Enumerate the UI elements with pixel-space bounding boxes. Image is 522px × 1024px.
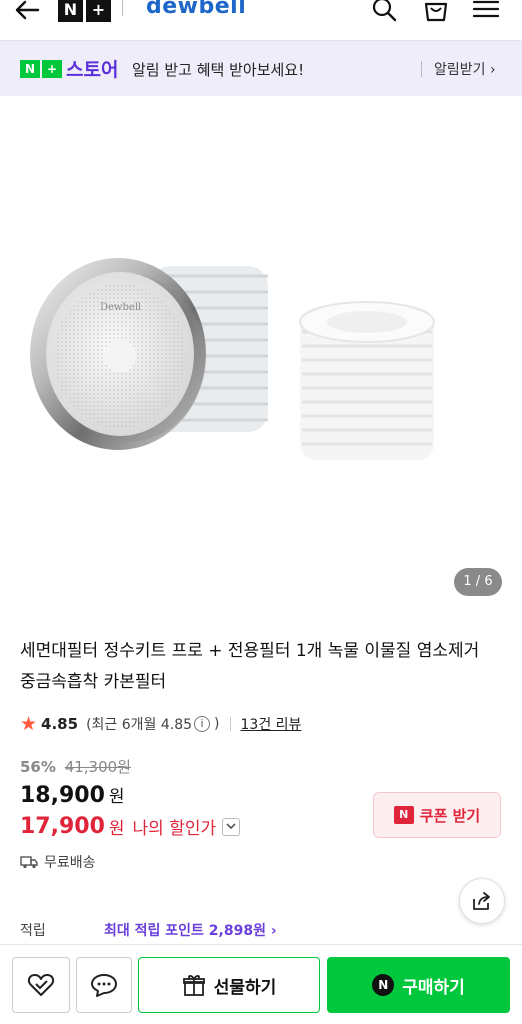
bag-icon <box>424 2 448 22</box>
my-price-currency: 원 <box>108 819 125 839</box>
discount-percent: 56% <box>20 758 56 776</box>
star-icon: ★ <box>20 713 38 735</box>
store-notification-bar: N + 스토어 알림 받고 혜택 받아보세요! 알림받기 › <box>0 40 522 96</box>
back-button[interactable] <box>14 0 44 22</box>
product-image-gallery[interactable]: Dewbell 1 / 6 <box>0 96 522 610</box>
reviews-link[interactable]: 13건 리뷰 <box>241 714 302 734</box>
shipping-info: 무료배송 <box>20 852 96 872</box>
heart-icon <box>27 974 55 996</box>
info-icon[interactable]: i <box>194 716 211 732</box>
my-discount-price[interactable]: 17,900 원 나의 할인가 <box>20 814 241 839</box>
my-price-label: 나의 할인가 <box>132 819 217 839</box>
menu-button[interactable] <box>472 0 500 22</box>
share-icon <box>473 892 490 910</box>
original-price: 41,300원 <box>64 758 131 776</box>
naver-pay-icon: N <box>372 974 395 996</box>
talktalk-button[interactable] <box>76 957 132 1013</box>
rating-divider <box>229 717 231 731</box>
buy-button[interactable]: N 구매하기 <box>327 957 510 1013</box>
my-price-value: 17,900 <box>20 814 105 839</box>
recent-rating-close: ) <box>214 716 220 732</box>
notification-divider <box>421 61 422 77</box>
coupon-icon: N <box>393 806 414 824</box>
product-logo-text: Dewbell <box>100 302 141 313</box>
recent-rating: (최근 6개월 4.85 <box>86 717 193 733</box>
points-label: 적립 <box>20 923 46 939</box>
image-pager: 1 / 6 <box>454 568 502 596</box>
bottom-action-bar: 선물하기 N 구매하기 <box>0 944 522 1024</box>
search-button[interactable] <box>370 0 398 22</box>
brand-logo[interactable]: dewbell <box>146 0 246 19</box>
nplus-n: N <box>58 0 83 22</box>
shipping-text: 무료배송 <box>44 855 96 871</box>
naver-n-badge: N <box>20 60 40 78</box>
gift-icon <box>182 975 205 996</box>
sale-price: 18,900 원 <box>20 782 125 808</box>
wishlist-button[interactable] <box>12 957 70 1013</box>
sale-price-currency: 원 <box>108 787 125 807</box>
menu-icon <box>472 0 500 18</box>
points-row: 적립 최대 적립 포인트 2,898원 › <box>20 920 520 940</box>
truck-icon <box>20 856 38 869</box>
nplus-plus: + <box>86 0 111 22</box>
coupon-button[interactable]: N 쿠폰 받기 <box>373 792 501 838</box>
notification-message: 알림 받고 혜택 받아보세요! <box>132 61 305 79</box>
arrow-left-icon <box>15 0 40 20</box>
gift-button[interactable]: 선물하기 <box>138 957 320 1013</box>
search-icon <box>372 0 397 22</box>
header-divider <box>122 0 123 16</box>
coupon-label: 쿠폰 받기 <box>419 806 481 825</box>
product-title: 세면대필터 정수키트 프로 + 전용필터 1개 녹물 이물질 염소제거 중금속흡… <box>20 641 480 692</box>
top-header: N + dewbell <box>0 0 522 40</box>
points-link[interactable]: 최대 적립 포인트 2,898원 › <box>104 920 277 940</box>
store-label: 스토어 <box>66 59 119 81</box>
rating-row: ★ 4.85 (최근 6개월 4.85 i ) 13건 리뷰 <box>20 712 301 736</box>
subscribe-notification-link[interactable]: 알림받기 › <box>434 59 496 79</box>
discount-row: 56% 41,300원 <box>20 756 131 777</box>
share-button[interactable] <box>459 878 505 924</box>
rating-value: 4.85 <box>41 715 79 733</box>
naver-plus-badge: + <box>42 60 62 78</box>
buy-label: 구매하기 <box>402 977 465 998</box>
product-image: Dewbell <box>30 258 435 460</box>
cart-button[interactable] <box>422 0 450 22</box>
sale-price-value: 18,900 <box>20 783 105 808</box>
naver-plus-logo[interactable]: N + <box>58 0 114 22</box>
gift-label: 선물하기 <box>213 977 277 998</box>
chat-bubble-icon <box>91 974 117 997</box>
chevron-down-icon[interactable] <box>222 817 241 836</box>
